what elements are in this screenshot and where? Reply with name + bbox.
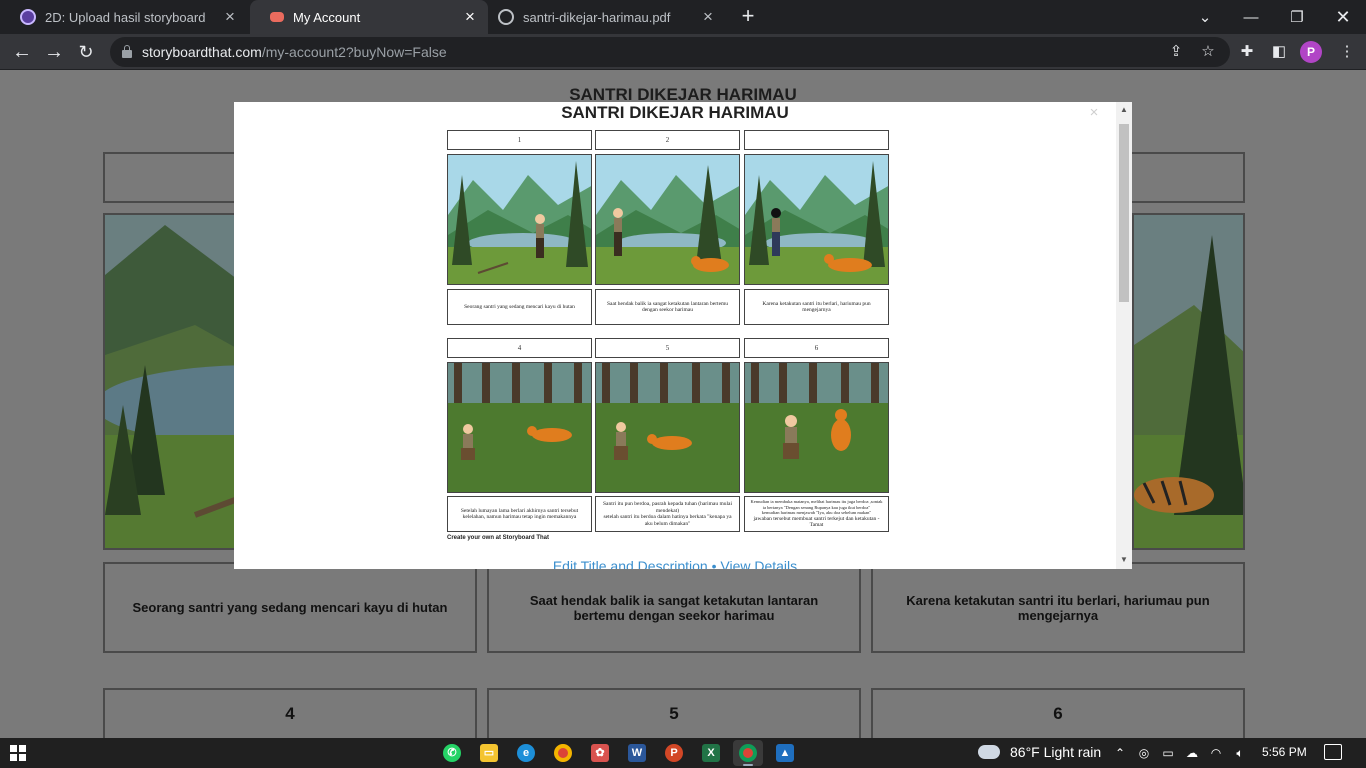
file-explorer-icon[interactable]: ▭ xyxy=(474,740,504,766)
volume-icon[interactable]: 🔈︎ xyxy=(1232,745,1248,761)
tab-title: 2D: Upload hasil storyboard xyxy=(45,9,206,25)
app-icon[interactable]: ✿ xyxy=(585,740,615,766)
back-arrow-icon[interactable]: ← xyxy=(8,38,36,66)
windows-taskbar: ✆ ▭ e ✿ W P X ▲ 86°F Light rain ⌃ ◎ ▭ ☁ … xyxy=(0,738,1366,768)
caption-text: Kemudian ia membuka matanya, melihat har… xyxy=(750,499,883,510)
scene-tiger-chases-santri xyxy=(744,154,889,285)
browser-toolbar: ← → ↻ storyboardthat.com/my-account2?buy… xyxy=(0,34,1366,70)
create-your-own-link[interactable]: Create your own at Storyboard That xyxy=(447,535,549,541)
modal-close-icon[interactable]: × xyxy=(1086,105,1102,121)
cell-number xyxy=(744,130,889,150)
chrome-profile-icon[interactable] xyxy=(733,740,763,766)
chrome-icon[interactable] xyxy=(548,740,578,766)
url-text[interactable]: storyboardthat.com/my-account2?buyNow=Fa… xyxy=(142,44,447,60)
url-path: /my-account2?buyNow=False xyxy=(261,44,447,60)
clock[interactable]: 5:56 PM xyxy=(1262,745,1307,759)
cell-caption: Karena ketakutan santri itu berlari, har… xyxy=(744,289,889,325)
minimize-button[interactable]: — xyxy=(1228,0,1274,34)
cell-caption: Santri itu pun berdoa, pasrah kepada tuh… xyxy=(595,496,740,532)
cell-number: 5 xyxy=(595,338,740,358)
word-icon[interactable]: W xyxy=(622,740,652,766)
scene-santri-collecting-wood xyxy=(447,154,592,285)
scene-tiger-praying xyxy=(744,362,889,493)
reload-icon[interactable]: ↻ xyxy=(72,38,100,66)
cell-number: 1 xyxy=(447,130,592,150)
scrollbar-thumb[interactable] xyxy=(1119,124,1129,302)
camera-icon[interactable]: ◎ xyxy=(1136,745,1152,761)
close-window-button[interactable]: ✕ xyxy=(1320,0,1366,34)
caption-text: setelah santri itu berdoa dalam hatinya … xyxy=(603,514,732,527)
panel-number-box: 5 xyxy=(487,688,861,738)
side-panel-icon[interactable]: ◧ xyxy=(1268,41,1290,63)
cell-caption: Saat hendak balik ia sangat ketakutan la… xyxy=(595,289,740,325)
url-host: storyboardthat.com xyxy=(142,44,262,60)
storyboard-preview-modal: SANTRI DIKEJAR HARIMAU × 1 2 Seorang san… xyxy=(234,102,1132,569)
close-tab-icon[interactable]: × xyxy=(462,8,478,25)
caption-text: Setelah lumayan lama berlari akhirnya sa… xyxy=(460,507,579,521)
forward-arrow-icon[interactable]: → xyxy=(40,38,68,66)
scroll-down-arrow-icon[interactable]: ▼ xyxy=(1116,554,1132,566)
chevron-up-icon[interactable]: ⌃ xyxy=(1112,745,1128,761)
bookmark-star-icon[interactable]: ☆ xyxy=(1198,42,1218,62)
edit-view-links[interactable]: Edit Title and Description • View Detail… xyxy=(234,558,1116,569)
excel-icon[interactable]: X xyxy=(696,740,726,766)
photos-icon[interactable]: ▲ xyxy=(770,740,800,766)
panel-caption: Seorang santri yang sedang mencari kayu … xyxy=(103,562,477,653)
modal-scrollbar[interactable]: ▲ ▼ xyxy=(1116,102,1132,569)
scene-santri-meets-tiger xyxy=(595,154,740,285)
windows-start-icon[interactable] xyxy=(10,745,26,761)
cell-caption: Seorang santri yang sedang mencari kayu … xyxy=(447,289,592,325)
tab-title: santri-dikejar-harimau.pdf xyxy=(523,9,671,25)
menu-kebab-icon[interactable]: ⋮ xyxy=(1336,41,1358,63)
edge-icon[interactable]: e xyxy=(511,740,541,766)
cloud-rain-icon xyxy=(978,745,1000,759)
close-tab-icon[interactable]: × xyxy=(222,8,238,25)
restore-button[interactable]: ❐ xyxy=(1274,0,1320,34)
university-favicon-icon xyxy=(20,9,36,25)
close-tab-icon[interactable]: × xyxy=(700,8,716,25)
address-bar[interactable]: storyboardthat.com/my-account2?buyNow=Fa… xyxy=(110,37,1230,67)
tab-search-chevron-icon[interactable]: ⌄ xyxy=(1182,0,1228,34)
caption-text: Seorang santri yang sedang mencari kayu … xyxy=(464,303,575,310)
whatsapp-icon[interactable]: ✆ xyxy=(437,740,467,766)
cell-caption: Kemudian ia membuka matanya, melihat har… xyxy=(744,496,889,532)
browser-tab-bar: 2D: Upload hasil storyboard × My Account… xyxy=(0,0,1366,34)
scene-santri-exhausted xyxy=(447,362,592,493)
weather-text: 86°F Light rain xyxy=(1010,744,1102,760)
storyboardthat-favicon-icon xyxy=(270,12,284,22)
caption-text: Karena ketakutan santri itu berlari, har… xyxy=(762,300,871,314)
tab-pdf[interactable]: santri-dikejar-harimau.pdf × xyxy=(478,0,726,34)
new-tab-button[interactable]: + xyxy=(736,5,760,29)
panel-number-box: 6 xyxy=(871,688,1245,738)
panel-caption: Saat hendak balik ia sangat ketakutan la… xyxy=(487,562,861,653)
battery-icon[interactable]: ▭ xyxy=(1160,745,1176,761)
caption-text: jawaban tersebut membuat santri terkejut… xyxy=(753,515,880,529)
tab-my-account[interactable]: My Account × xyxy=(250,0,488,34)
lock-icon[interactable] xyxy=(122,45,132,58)
tab-upload-storyboard[interactable]: 2D: Upload hasil storyboard × xyxy=(0,0,248,34)
panel-number-box: 4 xyxy=(103,688,477,738)
cell-number: 4 xyxy=(447,338,592,358)
panel-scene-image xyxy=(1132,213,1245,550)
scroll-up-arrow-icon[interactable]: ▲ xyxy=(1116,104,1132,116)
cell-number: 6 xyxy=(744,338,889,358)
weather-widget[interactable]: 86°F Light rain xyxy=(978,744,1101,760)
wifi-icon[interactable]: ◠ xyxy=(1208,745,1224,761)
onedrive-cloud-icon[interactable]: ☁ xyxy=(1184,745,1200,761)
panel-caption: Karena ketakutan santri itu berlari, har… xyxy=(871,562,1245,653)
scene-santri-praying xyxy=(595,362,740,493)
extensions-puzzle-icon[interactable]: ✚ xyxy=(1236,41,1258,63)
cell-caption: Setelah lumayan lama berlari akhirnya sa… xyxy=(447,496,592,532)
globe-icon xyxy=(498,9,514,25)
modal-title: SANTRI DIKEJAR HARIMAU xyxy=(561,103,789,122)
tab-title: My Account xyxy=(293,9,361,25)
caption-text: Saat hendak balik ia sangat ketakutan la… xyxy=(606,300,729,314)
powerpoint-icon[interactable]: P xyxy=(659,740,689,766)
cell-number: 2 xyxy=(595,130,740,150)
caption-text: Santri itu pun berdoa, pasrah kepada tuh… xyxy=(602,501,733,514)
profile-avatar[interactable]: P xyxy=(1300,41,1322,63)
share-icon[interactable]: ⇪ xyxy=(1166,42,1186,62)
notifications-icon[interactable] xyxy=(1324,744,1342,760)
